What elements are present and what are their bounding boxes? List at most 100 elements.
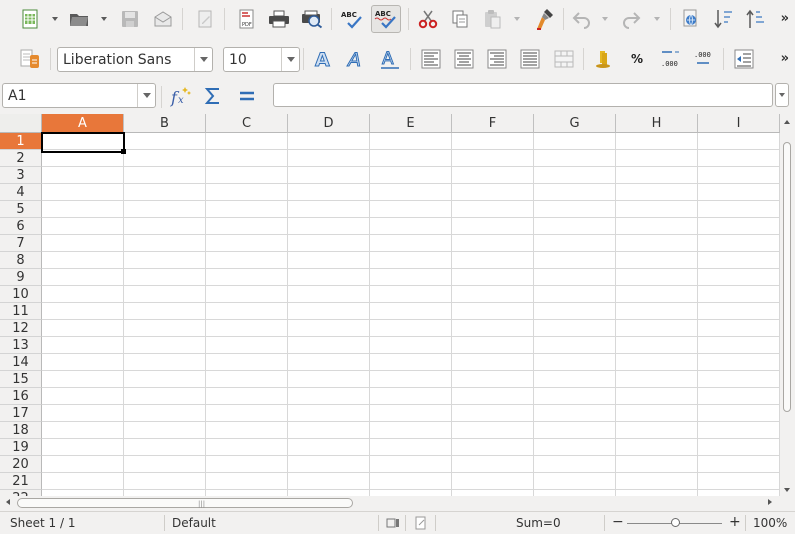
- scroll-up-arrow[interactable]: [784, 120, 790, 124]
- underline-icon[interactable]: A: [377, 46, 403, 72]
- autospellcheck-icon[interactable]: ABC: [371, 5, 401, 33]
- bold-icon[interactable]: A: [311, 46, 337, 72]
- navigator-icon[interactable]: [678, 6, 704, 32]
- add-decimal-button[interactable]: .000: [657, 46, 683, 72]
- zoom-in-button[interactable]: +: [729, 514, 741, 530]
- row-header-16[interactable]: 16: [0, 388, 42, 405]
- function-wizard-icon[interactable]: fx: [168, 83, 194, 109]
- row-header-6[interactable]: 6: [0, 218, 42, 235]
- align-center-icon[interactable]: [451, 46, 477, 72]
- cut-scissors-icon[interactable]: [415, 6, 441, 32]
- spreadsheet-grid[interactable]: ABCDEFGHI 1 2 3 4 5 6 7 8 9 10 11 12 13 14 15 16 17 18 19 2…: [0, 114, 780, 496]
- row-header-5[interactable]: 5: [0, 201, 42, 218]
- export-pdf-icon[interactable]: PDF: [233, 6, 259, 32]
- styles-icon[interactable]: [17, 46, 43, 72]
- new-spreadsheet-icon[interactable]: [17, 6, 43, 32]
- column-header-g[interactable]: G: [534, 114, 616, 133]
- row-header-7[interactable]: 7: [0, 235, 42, 252]
- column-header-h[interactable]: H: [616, 114, 698, 133]
- formula-input-line[interactable]: [273, 83, 773, 107]
- justify-icon[interactable]: [517, 46, 543, 72]
- paste-dropdown[interactable]: [513, 6, 521, 32]
- send-email-icon[interactable]: [150, 6, 176, 32]
- zoom-percentage[interactable]: 100%: [753, 516, 787, 530]
- row-header-19[interactable]: 19: [0, 439, 42, 456]
- column-header-b[interactable]: B: [124, 114, 206, 133]
- column-header-a[interactable]: A: [42, 114, 124, 133]
- font-name-dropdown-arrow[interactable]: [194, 48, 212, 71]
- toolbar-overflow-button[interactable]: »: [781, 51, 789, 66]
- decrease-indent-icon[interactable]: [731, 46, 757, 72]
- print-icon[interactable]: [266, 6, 292, 32]
- autofill-handle[interactable]: [121, 149, 126, 154]
- name-box-value[interactable]: A1: [3, 88, 137, 104]
- column-header-c[interactable]: C: [206, 114, 288, 133]
- row-header-2[interactable]: 2: [0, 150, 42, 167]
- save-icon[interactable]: [117, 6, 143, 32]
- scroll-right-arrow[interactable]: [768, 499, 772, 505]
- toolbar-overflow-button[interactable]: »: [781, 11, 789, 26]
- new-dropdown[interactable]: [51, 6, 59, 32]
- sort-descending-icon[interactable]: [743, 6, 769, 32]
- font-size-value[interactable]: 10: [224, 52, 281, 68]
- scroll-down-arrow[interactable]: [784, 488, 790, 492]
- open-folder-icon[interactable]: [66, 6, 92, 32]
- merge-cells-icon[interactable]: [551, 46, 577, 72]
- sum-icon[interactable]: [200, 83, 226, 109]
- page-style[interactable]: Default: [172, 516, 216, 530]
- column-header-e[interactable]: E: [370, 114, 452, 133]
- percent-format-button[interactable]: %: [624, 46, 650, 72]
- redo-dropdown[interactable]: [653, 6, 661, 32]
- zoom-out-button[interactable]: −: [612, 514, 624, 530]
- delete-decimal-button[interactable]: .000: [690, 46, 716, 72]
- italic-icon[interactable]: A: [344, 46, 370, 72]
- horizontal-scrollbar[interactable]: |||: [0, 496, 795, 510]
- font-size-combobox[interactable]: 10: [223, 47, 300, 72]
- row-header-9[interactable]: 9: [0, 269, 42, 286]
- name-box-dropdown-arrow[interactable]: [137, 84, 155, 107]
- sort-ascending-icon[interactable]: [711, 6, 737, 32]
- undo-icon[interactable]: [569, 6, 595, 32]
- row-header-10[interactable]: 10: [0, 286, 42, 303]
- align-right-icon[interactable]: [484, 46, 510, 72]
- scroll-left-arrow[interactable]: [6, 499, 10, 505]
- undo-dropdown[interactable]: [601, 6, 609, 32]
- row-header-20[interactable]: 20: [0, 456, 42, 473]
- row-header-14[interactable]: 14: [0, 354, 42, 371]
- redo-icon[interactable]: [618, 6, 644, 32]
- edit-file-icon[interactable]: [192, 6, 218, 32]
- vertical-scroll-thumb[interactable]: [783, 142, 791, 412]
- spellcheck-icon[interactable]: ABC: [339, 6, 365, 32]
- print-preview-icon[interactable]: [299, 6, 325, 32]
- font-name-value[interactable]: Liberation Sans: [58, 52, 194, 68]
- row-header-3[interactable]: 3: [0, 167, 42, 184]
- row-header-4[interactable]: 4: [0, 184, 42, 201]
- selected-cell-cursor[interactable]: [41, 132, 125, 153]
- zoom-slider-knob[interactable]: [671, 518, 680, 527]
- row-header-8[interactable]: 8: [0, 252, 42, 269]
- row-header-18[interactable]: 18: [0, 422, 42, 439]
- row-header-1[interactable]: 1: [0, 133, 42, 150]
- align-left-icon[interactable]: [418, 46, 444, 72]
- font-name-combobox[interactable]: Liberation Sans: [57, 47, 213, 72]
- horizontal-scroll-thumb[interactable]: |||: [17, 498, 353, 508]
- row-header-15[interactable]: 15: [0, 371, 42, 388]
- name-box[interactable]: A1: [2, 83, 156, 108]
- clone-formatting-icon[interactable]: [532, 6, 558, 32]
- font-size-dropdown-arrow[interactable]: [281, 48, 299, 71]
- copy-icon[interactable]: [447, 6, 473, 32]
- row-header-12[interactable]: 12: [0, 320, 42, 337]
- sheet-position[interactable]: Sheet 1 / 1: [10, 516, 75, 530]
- sum-display[interactable]: Sum=0: [516, 516, 561, 530]
- column-header-f[interactable]: F: [452, 114, 534, 133]
- row-header-17[interactable]: 17: [0, 405, 42, 422]
- row-header-11[interactable]: 11: [0, 303, 42, 320]
- row-header-21[interactable]: 21: [0, 473, 42, 490]
- currency-format-icon[interactable]: [591, 46, 617, 72]
- open-dropdown[interactable]: [100, 6, 108, 32]
- column-header-i[interactable]: I: [698, 114, 780, 133]
- vertical-scrollbar[interactable]: [780, 114, 795, 496]
- paste-icon[interactable]: [479, 6, 505, 32]
- row-header-13[interactable]: 13: [0, 337, 42, 354]
- expand-formula-bar-button[interactable]: [775, 83, 789, 107]
